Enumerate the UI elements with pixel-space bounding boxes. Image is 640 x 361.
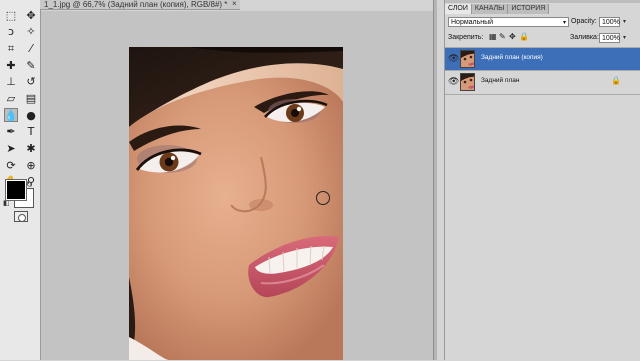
crop-icon[interactable]: ⌗ (4, 41, 18, 55)
layer-name: Задний план (копия) (481, 54, 543, 61)
lock-label: Закрепить: (448, 34, 484, 41)
healing-brush-icon[interactable]: ✚ (4, 58, 18, 72)
3d-orbit-icon[interactable]: ⊕ (24, 158, 38, 172)
lasso-icon[interactable]: ↄ (4, 25, 18, 39)
quick-select-icon[interactable]: ✧ (24, 25, 38, 39)
panel-tabs: СЛОИ КАНАЛЫ ИСТОРИЯ (445, 4, 550, 14)
tab-history[interactable]: ИСТОРИЯ (508, 4, 550, 14)
layer-lock-icon: 🔒 (611, 76, 621, 85)
visibility-eye-icon[interactable]: 👁 (448, 78, 459, 87)
type-icon[interactable]: T (24, 125, 38, 139)
fill-dropdown-icon[interactable]: ▾ (623, 34, 626, 41)
shape-icon[interactable]: ✱ (24, 142, 38, 156)
dodge-icon[interactable]: ● (24, 108, 38, 122)
tools-panel: ⬚ ✥ ↄ ✧ ⌗ ⁄ ✚ ✎ ⊥ ↺ ▱ ▤ 💧 ● ✒ T ➤ ✱ ⟳ ⊕ … (0, 0, 41, 360)
lock-all-icon[interactable]: 🔒 (519, 33, 529, 41)
blend-mode-value: Нормальный (451, 19, 494, 26)
eraser-icon[interactable]: ▱ (4, 91, 18, 105)
layers-panel: СЛОИ КАНАЛЫ ИСТОРИЯ Нормальный ▾ Opacity… (444, 0, 640, 361)
fill-field[interactable]: 100% (599, 33, 620, 43)
layer-thumbnail (460, 73, 475, 91)
fill-label: Заливка: (570, 34, 599, 41)
opacity-label: Opacity: (571, 18, 597, 25)
blend-mode-select[interactable]: Нормальный ▾ (448, 17, 569, 27)
document-tab[interactable]: 1_1.jpg @ 66,7% (Задний план (копия), RG… (40, 0, 240, 10)
pen-icon[interactable]: ✒ (4, 125, 18, 139)
layer-row-background-copy[interactable]: 👁 Задний план (копия) (445, 47, 640, 70)
portrait-image (129, 47, 343, 360)
lock-transparency-icon[interactable]: ▦ (489, 33, 497, 41)
chevron-down-icon: ▾ (562, 20, 566, 26)
history-brush-icon[interactable]: ↺ (24, 75, 38, 89)
gradient-icon[interactable]: ▤ (24, 91, 38, 105)
layer-thumbnail (460, 50, 475, 68)
path-select-icon[interactable]: ➤ (4, 142, 18, 156)
swap-colors-icon[interactable]: ↻ (26, 180, 33, 189)
tool-grid: ⬚ ✥ ↄ ✧ ⌗ ⁄ ✚ ✎ ⊥ ↺ ▱ ▤ 💧 ● ✒ T ➤ ✱ ⟳ ⊕ … (4, 8, 38, 190)
foreground-color-swatch[interactable] (6, 180, 26, 200)
clone-stamp-icon[interactable]: ⊥ (4, 75, 18, 89)
portrait-photo[interactable] (129, 47, 343, 360)
visibility-eye-icon[interactable]: 👁 (448, 55, 459, 64)
tab-layers[interactable]: СЛОИ (445, 4, 472, 14)
tab-channels[interactable]: КАНАЛЫ (471, 4, 509, 14)
layer-name: Задний план (481, 77, 520, 84)
3d-rotate-icon[interactable]: ⟳ (4, 158, 18, 172)
default-colors-icon[interactable]: ◧ (3, 199, 10, 207)
panel-divider[interactable] (433, 0, 437, 360)
lock-position-icon[interactable]: ✥ (509, 33, 516, 41)
layers-list-empty-area (445, 94, 640, 361)
brush-cursor (316, 191, 330, 205)
layer-row-background[interactable]: 👁 Задний план 🔒 (445, 70, 640, 93)
close-document-icon[interactable]: × (232, 0, 237, 8)
opacity-field[interactable]: 100% (599, 17, 620, 27)
quick-mask-icon[interactable] (14, 211, 28, 222)
lock-pixels-icon[interactable]: ✎ (499, 33, 506, 41)
move-icon[interactable]: ✥ (24, 8, 38, 22)
panel-header-bar (445, 0, 640, 3)
opacity-dropdown-icon[interactable]: ▾ (623, 18, 626, 25)
blur-icon[interactable]: 💧 (4, 108, 18, 123)
document-title: 1_1.jpg @ 66,7% (Задний план (копия), RG… (44, 0, 228, 9)
eyedropper-icon[interactable]: ⁄ (24, 41, 38, 55)
rect-marquee-icon[interactable]: ⬚ (4, 8, 18, 22)
brush-icon[interactable]: ✎ (24, 58, 38, 72)
